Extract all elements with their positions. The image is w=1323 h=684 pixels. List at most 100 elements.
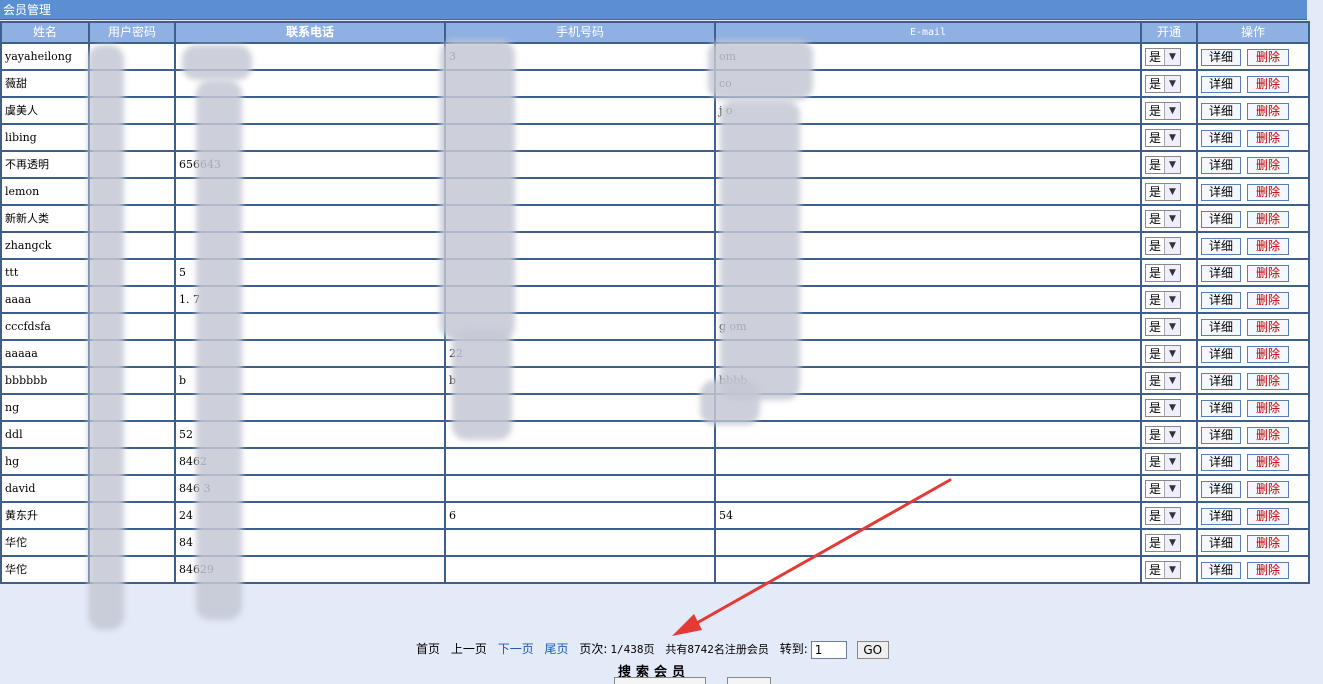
open-select-value: 是 [1149,428,1162,442]
cell-mobile [444,555,716,584]
detail-button[interactable]: 详细 [1201,156,1241,174]
delete-button[interactable]: 删除 [1247,237,1289,255]
cell-open: 是 ▼ [1140,231,1198,260]
open-select[interactable]: 是 ▼ [1145,183,1181,201]
cell-email [714,447,1142,476]
pager-first[interactable]: 首页 [416,642,440,656]
open-select[interactable]: 是 ▼ [1145,75,1181,93]
cell-open: 是 ▼ [1140,285,1198,314]
detail-button[interactable]: 详细 [1201,75,1241,93]
pager-prev[interactable]: 上一页 [451,642,487,656]
cell-open: 是 ▼ [1140,393,1198,422]
chevron-down-icon: ▼ [1164,76,1180,92]
pager-last[interactable]: 尾页 [545,642,569,656]
open-select[interactable]: 是 ▼ [1145,48,1181,66]
open-select[interactable]: 是 ▼ [1145,264,1181,282]
chevron-down-icon: ▼ [1164,49,1180,65]
detail-button[interactable]: 详细 [1201,480,1241,498]
delete-button[interactable]: 删除 [1247,345,1289,363]
open-select[interactable]: 是 ▼ [1145,237,1181,255]
cell-name: hg [0,447,90,476]
detail-button[interactable]: 详细 [1201,453,1241,471]
detail-button[interactable]: 详细 [1201,534,1241,552]
delete-button[interactable]: 删除 [1247,183,1289,201]
open-select[interactable]: 是 ▼ [1145,372,1181,390]
open-select[interactable]: 是 ▼ [1145,102,1181,120]
page-info: 1/438页 [610,643,655,656]
delete-button[interactable]: 删除 [1247,480,1289,498]
detail-button[interactable]: 详细 [1201,102,1241,120]
delete-button[interactable]: 删除 [1247,318,1289,336]
delete-button[interactable]: 删除 [1247,48,1289,66]
cell-open: 是 ▼ [1140,366,1198,395]
delete-button[interactable]: 删除 [1247,75,1289,93]
open-select-value: 是 [1149,77,1162,91]
cell-email [714,474,1142,503]
detail-button[interactable]: 详细 [1201,318,1241,336]
cell-mobile [444,474,716,503]
chevron-down-icon: ▼ [1164,562,1180,578]
open-select[interactable]: 是 ▼ [1145,345,1181,363]
detail-button[interactable]: 详细 [1201,129,1241,147]
delete-button[interactable]: 删除 [1247,210,1289,228]
open-select[interactable]: 是 ▼ [1145,210,1181,228]
open-select[interactable]: 是 ▼ [1145,561,1181,579]
detail-button[interactable]: 详细 [1201,48,1241,66]
detail-button[interactable]: 详细 [1201,426,1241,444]
detail-button[interactable]: 详细 [1201,345,1241,363]
detail-button[interactable]: 详细 [1201,372,1241,390]
column-header-password: 用户密码 [88,21,176,44]
detail-button[interactable]: 详细 [1201,183,1241,201]
pagination: 首页 上一页 下一页 尾页 页次:1/438页 共有8742名注册会员 转到: G… [416,640,896,659]
cell-name: 虞美人 [0,96,90,125]
cell-name: bbbbbb [0,366,90,395]
delete-button[interactable]: 删除 [1247,426,1289,444]
delete-button[interactable]: 删除 [1247,453,1289,471]
open-select[interactable]: 是 ▼ [1145,291,1181,309]
detail-button[interactable]: 详细 [1201,264,1241,282]
cell-open: 是 ▼ [1140,258,1198,287]
detail-button[interactable]: 详细 [1201,507,1241,525]
delete-button[interactable]: 删除 [1247,507,1289,525]
goto-page-input[interactable] [810,640,847,659]
open-select[interactable]: 是 ▼ [1145,534,1181,552]
open-select[interactable]: 是 ▼ [1145,507,1181,525]
chevron-down-icon: ▼ [1164,319,1180,335]
open-select[interactable]: 是 ▼ [1145,129,1181,147]
cell-name: david [0,474,90,503]
delete-button[interactable]: 删除 [1247,534,1289,552]
go-button[interactable]: GO [856,640,889,659]
cell-name: 新新人类 [0,204,90,233]
open-select-value: 是 [1149,374,1162,388]
open-select[interactable]: 是 ▼ [1145,318,1181,336]
delete-button[interactable]: 删除 [1247,129,1289,147]
detail-button[interactable]: 详细 [1201,561,1241,579]
delete-button[interactable]: 删除 [1247,561,1289,579]
open-select-value: 是 [1149,185,1162,199]
open-select[interactable]: 是 ▼ [1145,480,1181,498]
cell-name: aaaa [0,285,90,314]
cell-email [714,420,1142,449]
detail-button[interactable]: 详细 [1201,399,1241,417]
detail-button[interactable]: 详细 [1201,210,1241,228]
delete-button[interactable]: 删除 [1247,156,1289,174]
cell-name: cccfdsfa [0,312,90,341]
delete-button[interactable]: 删除 [1247,372,1289,390]
pager-next[interactable]: 下一页 [498,642,534,656]
cell-actions: 详细 删除 [1196,258,1310,287]
open-select[interactable]: 是 ▼ [1145,426,1181,444]
panel-title: 会员管理 [0,0,1307,20]
cell-open: 是 ▼ [1140,123,1198,152]
cell-open: 是 ▼ [1140,339,1198,368]
open-select[interactable]: 是 ▼ [1145,156,1181,174]
cell-actions: 详细 删除 [1196,528,1310,557]
delete-button[interactable]: 删除 [1247,291,1289,309]
delete-button[interactable]: 删除 [1247,102,1289,120]
chevron-down-icon: ▼ [1164,454,1180,470]
detail-button[interactable]: 详细 [1201,237,1241,255]
open-select[interactable]: 是 ▼ [1145,453,1181,471]
open-select[interactable]: 是 ▼ [1145,399,1181,417]
delete-button[interactable]: 删除 [1247,264,1289,282]
detail-button[interactable]: 详细 [1201,291,1241,309]
delete-button[interactable]: 删除 [1247,399,1289,417]
